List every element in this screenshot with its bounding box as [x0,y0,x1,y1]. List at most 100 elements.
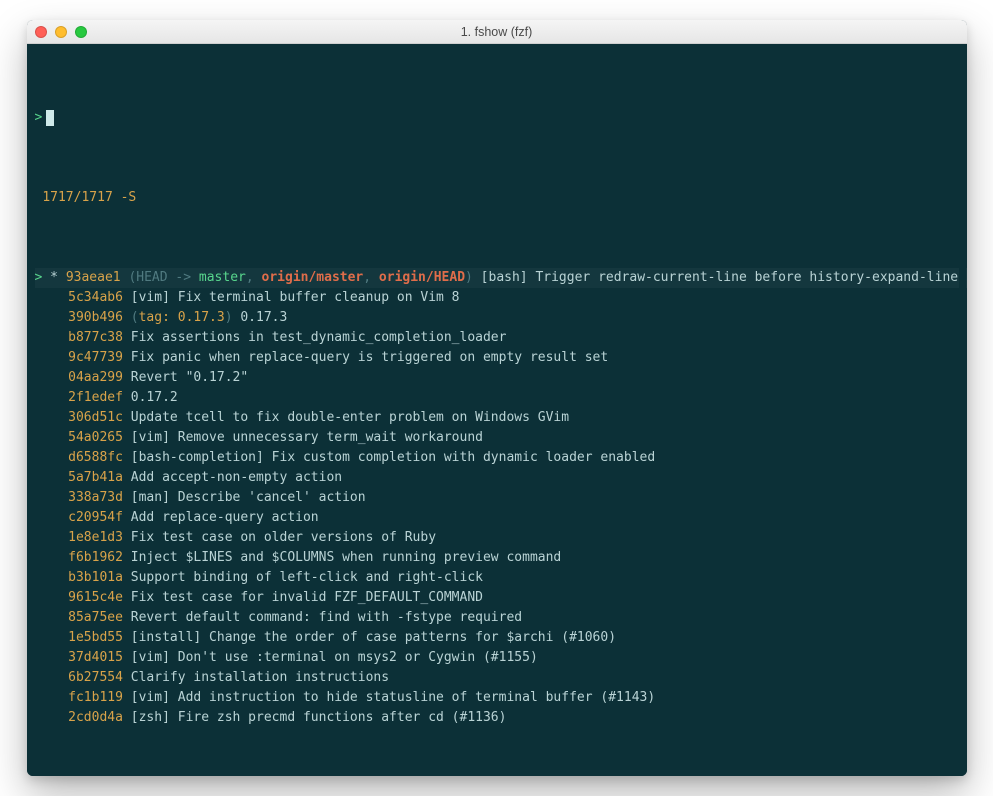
titlebar[interactable]: 1. fshow (fzf) [27,20,967,44]
entry-gutter [35,308,53,328]
commit-entry[interactable]: b877c38 Fix assertions in test_dynamic_c… [35,328,959,348]
commit-message: Fix assertions in test_dynamic_completio… [131,328,507,348]
ref-reforigin: origin/master [262,268,364,288]
commit-entry[interactable]: 9615c4e Fix test case for invalid FZF_DE… [35,588,959,608]
fzf-counter: 1717/1717 -S [35,188,959,208]
fzf-query-input[interactable]: > [35,108,959,128]
entry-gutter [35,328,53,348]
entry-gutter [35,348,53,368]
commit-entry[interactable]: f6b1962 Inject $LINES and $COLUMNS when … [35,548,959,568]
commit-entry[interactable]: 6b27554 Clarify installation instruction… [35,668,959,688]
commit-entry[interactable]: c20954f Add replace-query action [35,508,959,528]
commit-message: [vim] Remove unnecessary term_wait worka… [131,428,483,448]
commit-hash: 5a7b41a [68,468,123,488]
commit-hash: 5c34ab6 [68,288,123,308]
commit-message: Support binding of left-click and right-… [131,568,483,588]
commit-hash: 1e8e1d3 [68,528,123,548]
commit-message: 0.17.2 [131,388,178,408]
commit-message: [man] Describe 'cancel' action [131,488,366,508]
truncated-suffix: 3 da.. [966,268,967,288]
entry-gutter [35,668,53,688]
graph-marker: * [50,268,66,288]
commit-entry[interactable]: 5c34ab6 [vim] Fix terminal buffer cleanu… [35,288,959,308]
maximize-icon[interactable] [75,26,87,38]
ref-refbranch: master [199,268,246,288]
traffic-lights [35,26,87,38]
refs-open: ( [128,268,136,288]
commit-entry[interactable]: 2cd0d4a [zsh] Fire zsh precmd functions … [35,708,959,728]
commit-entry[interactable]: 54a0265 [vim] Remove unnecessary term_wa… [35,428,959,448]
ref-dim: , [246,268,262,288]
commit-message: 0.17.3 [233,308,288,328]
commit-message: [install] Change the order of case patte… [131,628,616,648]
commit-hash: c20954f [68,508,123,528]
commit-entry[interactable]: 338a73d [man] Describe 'cancel' action [35,488,959,508]
commit-entry[interactable]: fc1b119 [vim] Add instruction to hide st… [35,688,959,708]
commit-message: Clarify installation instructions [131,668,389,688]
commit-hash: 338a73d [68,488,123,508]
commit-entry[interactable]: > * 93aeae1 (HEAD -> master, origin/mast… [35,268,959,288]
entry-gutter [35,408,53,428]
commit-hash: fc1b119 [68,688,123,708]
refs-close: ) [465,268,473,288]
entry-gutter [35,428,53,448]
commit-entry[interactable]: 390b496 (tag: 0.17.3) 0.17.3 [35,308,959,328]
commit-entry[interactable]: 1e5bd55 [install] Change the order of ca… [35,628,959,648]
close-icon[interactable] [35,26,47,38]
entry-gutter [35,628,53,648]
entry-gutter [35,708,53,728]
commit-hash: 54a0265 [68,428,123,448]
commit-entry[interactable]: 04aa299 Revert "0.17.2" [35,368,959,388]
commit-entry[interactable]: 37d4015 [vim] Don't use :terminal on msy… [35,648,959,668]
prompt-char: > [35,108,43,128]
refs-close: ) [225,308,233,328]
commit-message: Fix panic when replace-query is triggere… [131,348,608,368]
commit-hash: b3b101a [68,568,123,588]
commit-hash: 37d4015 [68,648,123,668]
commit-hash: 6b27554 [68,668,123,688]
commit-hash: 390b496 [68,308,123,328]
terminal-window: 1. fshow (fzf) > 1717/1717 -S > * 93aeae… [27,20,967,776]
commit-hash: d6588fc [68,448,123,468]
entry-gutter [35,588,53,608]
entry-gutter [35,528,53,548]
entry-gutter [35,568,53,588]
commit-message: [vim] Add instruction to hide statusline… [131,688,655,708]
minimize-icon[interactable] [55,26,67,38]
commit-message: [bash-completion] Fix custom completion … [131,448,655,468]
entry-gutter [35,388,53,408]
refs-open: ( [131,308,139,328]
commit-entry[interactable]: d6588fc [bash-completion] Fix custom com… [35,448,959,468]
entry-gutter [35,548,53,568]
cursor-icon [46,110,54,126]
commit-hash: 306d51c [68,408,123,428]
entry-gutter [35,688,53,708]
terminal-body[interactable]: > 1717/1717 -S > * 93aeae1 (HEAD -> mast… [27,44,967,776]
window-title: 1. fshow (fzf) [27,25,967,39]
commit-hash: 2cd0d4a [68,708,123,728]
commit-entry[interactable]: 2f1edef 0.17.2 [35,388,959,408]
commit-hash: 2f1edef [68,388,123,408]
commit-entry[interactable]: b3b101a Support binding of left-click an… [35,568,959,588]
commit-message: Inject $LINES and $COLUMNS when running … [131,548,561,568]
commit-entry[interactable]: 1e8e1d3 Fix test case on older versions … [35,528,959,548]
entry-gutter [35,288,53,308]
commit-hash: 93aeae1 [66,268,121,288]
commit-message: [vim] Don't use :terminal on msys2 or Cy… [131,648,538,668]
entry-gutter [35,648,53,668]
commit-hash: 85a75ee [68,608,123,628]
commit-message: Revert "0.17.2" [131,368,248,388]
entry-gutter [35,488,53,508]
commit-hash: b877c38 [68,328,123,348]
entry-gutter [35,448,53,468]
commit-entry[interactable]: 85a75ee Revert default command: find wit… [35,608,959,628]
commit-entry[interactable]: 5a7b41a Add accept-non-empty action [35,468,959,488]
commit-message: Revert default command: find with -fstyp… [131,608,522,628]
ref-dim: , [363,268,379,288]
commit-hash: 1e5bd55 [68,628,123,648]
commit-message: [zsh] Fire zsh precmd functions after cd… [131,708,507,728]
commit-entry[interactable]: 9c47739 Fix panic when replace-query is … [35,348,959,368]
commit-entry[interactable]: 306d51c Update tcell to fix double-enter… [35,408,959,428]
fzf-result-list[interactable]: > * 93aeae1 (HEAD -> master, origin/mast… [35,268,959,728]
commit-message: Fix test case for invalid FZF_DEFAULT_CO… [131,588,483,608]
